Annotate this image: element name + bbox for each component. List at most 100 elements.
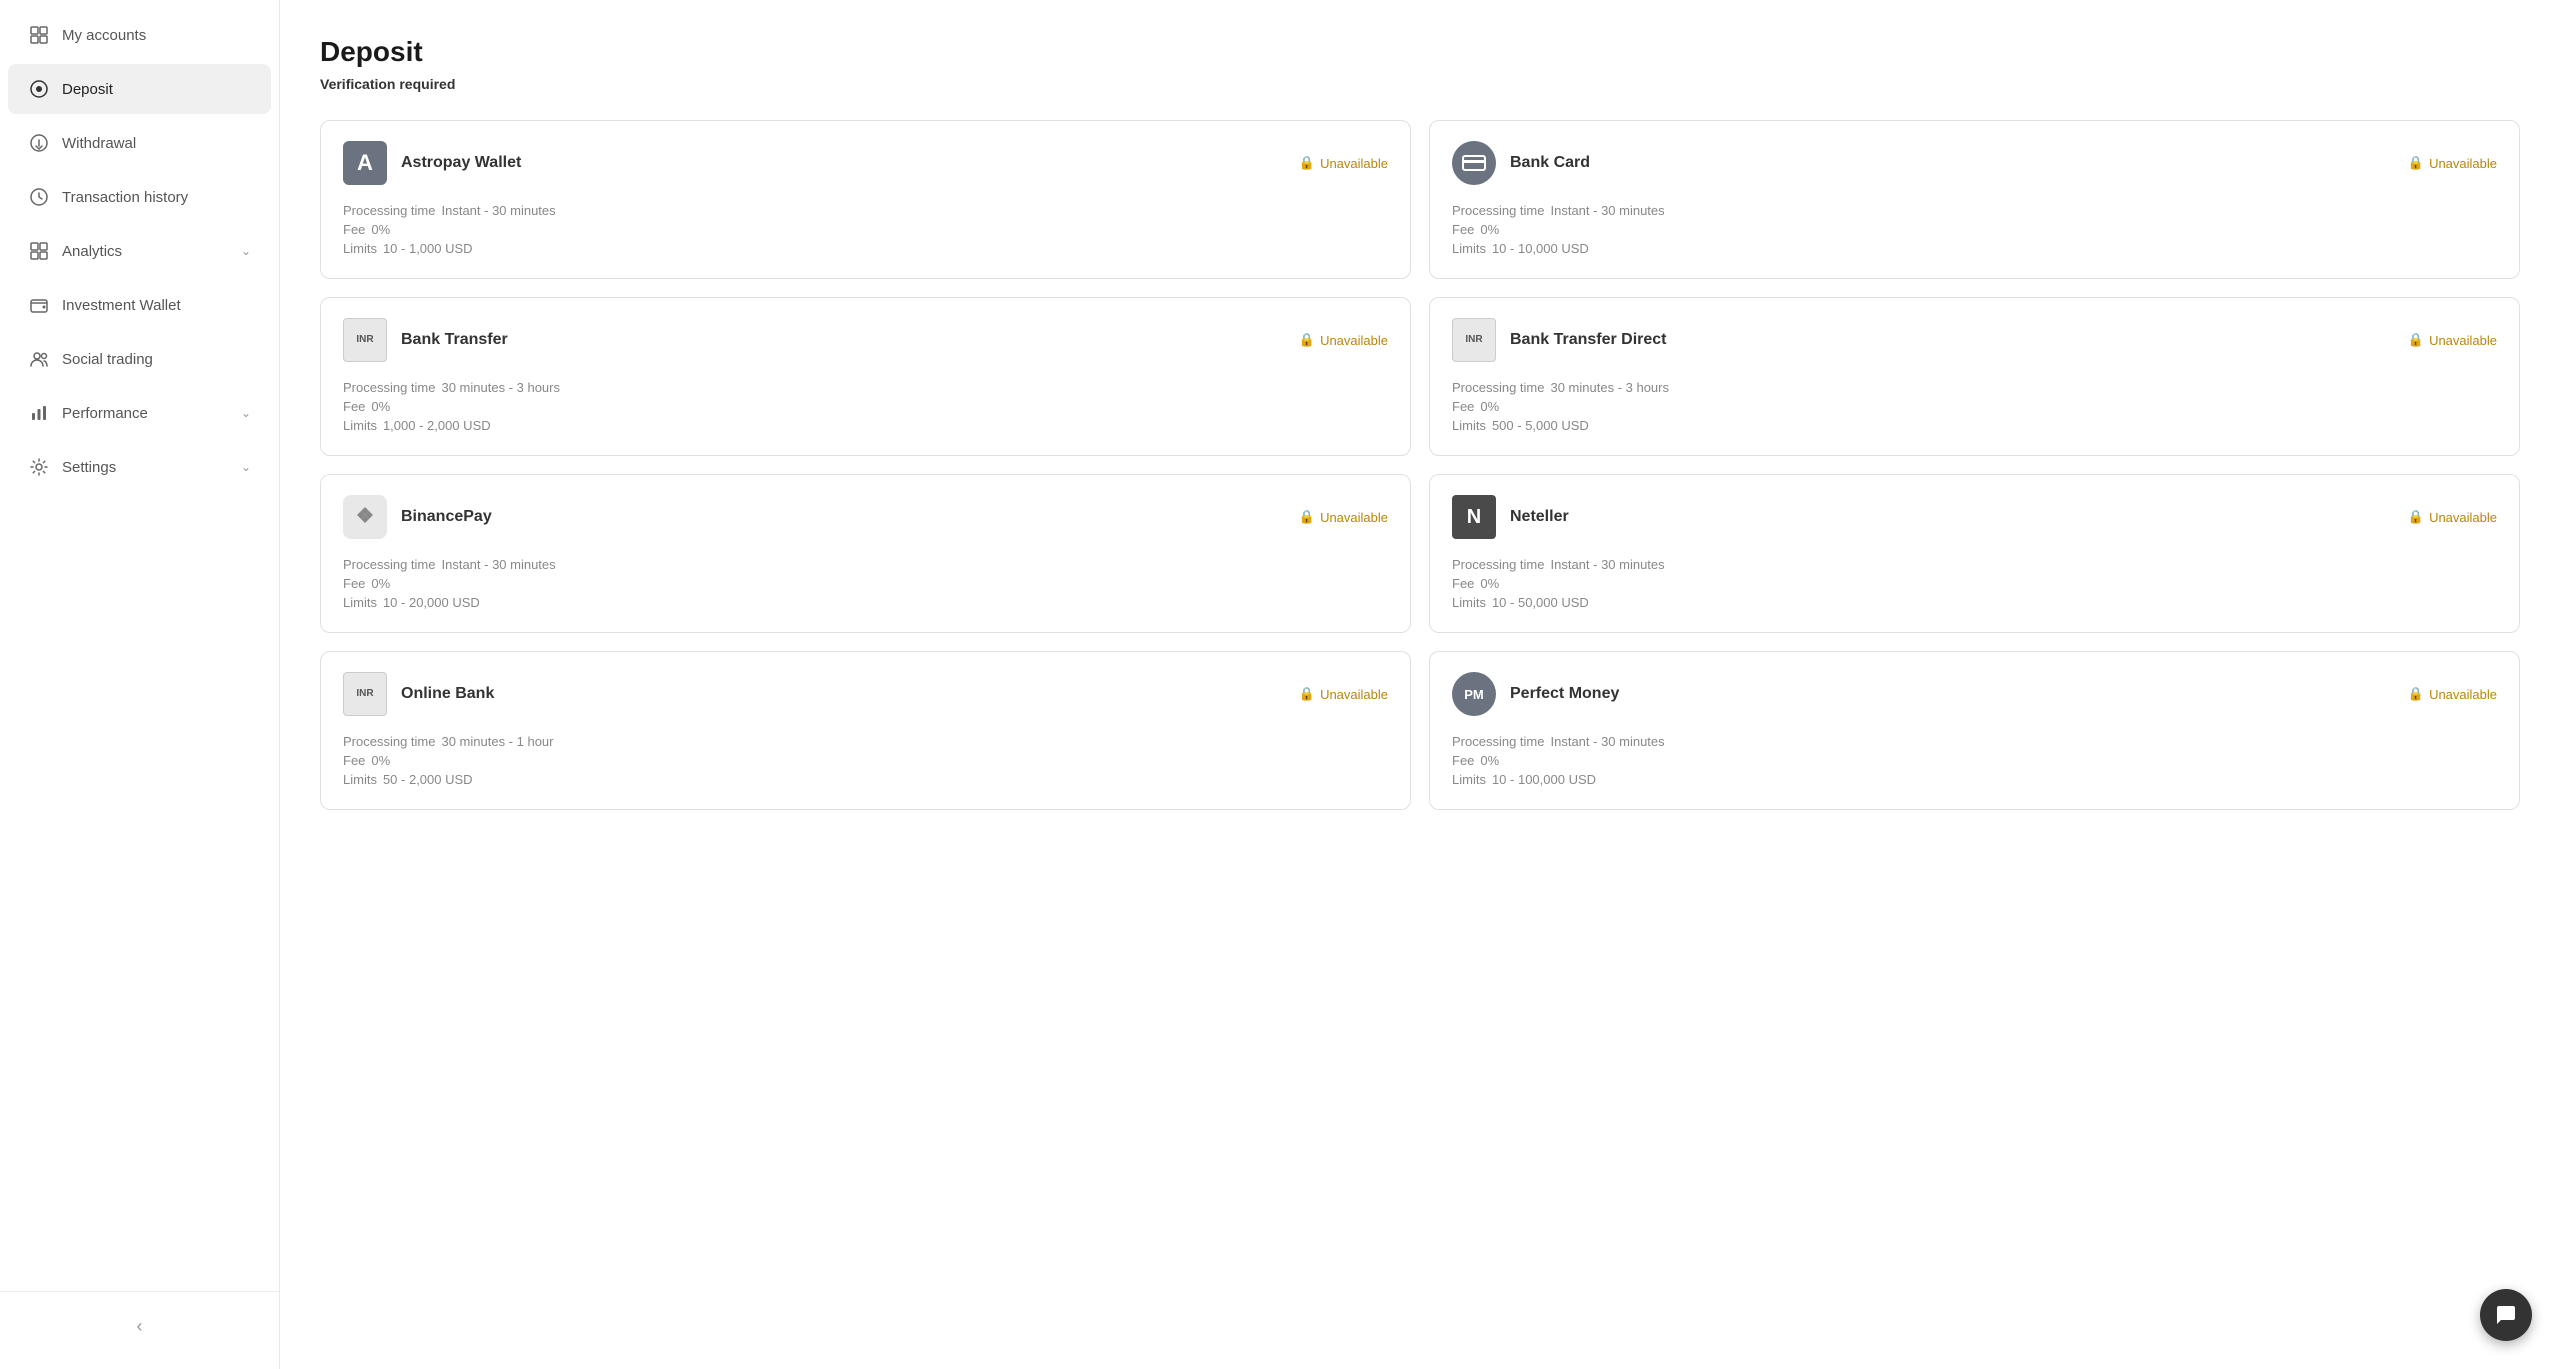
unavailable-badge: 🔒 Unavailable bbox=[2408, 686, 2497, 702]
card-logo: INR bbox=[1452, 318, 1496, 362]
processing-time-row: Processing time Instant - 30 minutes bbox=[343, 203, 1388, 218]
status-text: Unavailable bbox=[2429, 333, 2497, 348]
status-text: Unavailable bbox=[1320, 510, 1388, 525]
processing-time-value: Instant - 30 minutes bbox=[441, 203, 555, 218]
fee-row: Fee 0% bbox=[1452, 399, 2497, 414]
main-content: Deposit Verification required A Astropay… bbox=[280, 0, 2560, 1369]
processing-time-label: Processing time bbox=[1452, 734, 1544, 749]
sidebar-item-label: Performance bbox=[62, 405, 148, 422]
payment-card-perfect-money[interactable]: PM Perfect Money 🔒 Unavailable Processin… bbox=[1429, 651, 2520, 810]
fee-row: Fee 0% bbox=[1452, 753, 2497, 768]
chevron-down-icon: ⌄ bbox=[241, 244, 251, 258]
payment-card-bank-card[interactable]: Bank Card 🔒 Unavailable Processing time … bbox=[1429, 120, 2520, 279]
card-name: Online Bank bbox=[401, 685, 1299, 703]
sidebar-item-label: Deposit bbox=[62, 81, 113, 98]
status-text: Unavailable bbox=[2429, 510, 2497, 525]
limits-label: Limits bbox=[1452, 772, 1486, 787]
fee-row: Fee 0% bbox=[343, 399, 1388, 414]
chat-button[interactable] bbox=[2480, 1289, 2532, 1341]
sidebar-bottom: ‹ bbox=[0, 1291, 279, 1361]
card-name: Bank Transfer Direct bbox=[1510, 331, 2408, 349]
processing-time-row: Processing time 30 minutes - 3 hours bbox=[1452, 380, 2497, 395]
card-name: Bank Card bbox=[1510, 154, 2408, 172]
fee-value: 0% bbox=[1480, 753, 1499, 768]
sidebar-item-settings[interactable]: Settings ⌄ bbox=[8, 442, 271, 492]
card-logo: PM bbox=[1452, 672, 1496, 716]
processing-time-label: Processing time bbox=[1452, 380, 1544, 395]
sidebar-item-label: Transaction history bbox=[62, 189, 188, 206]
limits-value: 10 - 100,000 USD bbox=[1492, 772, 1596, 787]
processing-time-value: Instant - 30 minutes bbox=[1550, 203, 1664, 218]
limits-value: 50 - 2,000 USD bbox=[383, 772, 473, 787]
payment-card-binancepay[interactable]: BinancePay 🔒 Unavailable Processing time… bbox=[320, 474, 1411, 633]
fee-value: 0% bbox=[371, 399, 390, 414]
sidebar-item-deposit[interactable]: Deposit bbox=[8, 64, 271, 114]
verification-notice: Verification required bbox=[320, 76, 2520, 92]
payment-card-online-bank[interactable]: INR Online Bank 🔒 Unavailable Processing… bbox=[320, 651, 1411, 810]
page-title: Deposit bbox=[320, 36, 2520, 68]
sidebar: My accounts Deposit Withdrawal T bbox=[0, 0, 280, 1369]
limits-label: Limits bbox=[1452, 595, 1486, 610]
fee-row: Fee 0% bbox=[1452, 222, 2497, 237]
sidebar-item-label: Analytics bbox=[62, 243, 122, 260]
sidebar-item-performance[interactable]: Performance ⌄ bbox=[8, 388, 271, 438]
sidebar-item-my-accounts[interactable]: My accounts bbox=[8, 10, 271, 60]
sidebar-item-label: Withdrawal bbox=[62, 135, 136, 152]
limits-row: Limits 10 - 20,000 USD bbox=[343, 595, 1388, 610]
sidebar-item-analytics[interactable]: Analytics ⌄ bbox=[8, 226, 271, 276]
collapse-sidebar-button[interactable]: ‹ bbox=[20, 1308, 259, 1345]
payment-card-astropay[interactable]: A Astropay Wallet 🔒 Unavailable Processi… bbox=[320, 120, 1411, 279]
card-details: Processing time Instant - 30 minutes Fee… bbox=[1452, 734, 2497, 787]
sidebar-item-transaction-history[interactable]: Transaction history bbox=[8, 172, 271, 222]
processing-time-row: Processing time Instant - 30 minutes bbox=[343, 557, 1388, 572]
card-logo: N bbox=[1452, 495, 1496, 539]
sidebar-item-social-trading[interactable]: Social trading bbox=[8, 334, 271, 384]
lock-icon: 🔒 bbox=[2408, 332, 2424, 348]
payment-card-bank-transfer-direct[interactable]: INR Bank Transfer Direct 🔒 Unavailable P… bbox=[1429, 297, 2520, 456]
card-logo bbox=[1452, 141, 1496, 185]
processing-time-label: Processing time bbox=[343, 380, 435, 395]
limits-value: 10 - 20,000 USD bbox=[383, 595, 480, 610]
card-logo: INR bbox=[343, 318, 387, 362]
card-header: INR Bank Transfer Direct 🔒 Unavailable bbox=[1452, 318, 2497, 362]
fee-row: Fee 0% bbox=[343, 576, 1388, 591]
card-header: Bank Card 🔒 Unavailable bbox=[1452, 141, 2497, 185]
card-details: Processing time 30 minutes - 3 hours Fee… bbox=[343, 380, 1388, 433]
unavailable-badge: 🔒 Unavailable bbox=[1299, 686, 1388, 702]
card-name: Neteller bbox=[1510, 508, 2408, 526]
limits-label: Limits bbox=[1452, 418, 1486, 433]
card-details: Processing time Instant - 30 minutes Fee… bbox=[1452, 557, 2497, 610]
fee-value: 0% bbox=[1480, 399, 1499, 414]
limits-row: Limits 10 - 10,000 USD bbox=[1452, 241, 2497, 256]
limits-label: Limits bbox=[343, 595, 377, 610]
fee-label: Fee bbox=[1452, 576, 1474, 591]
bar-chart-icon bbox=[28, 402, 50, 424]
processing-time-row: Processing time 30 minutes - 1 hour bbox=[343, 734, 1388, 749]
payment-card-bank-transfer[interactable]: INR Bank Transfer 🔒 Unavailable Processi… bbox=[320, 297, 1411, 456]
processing-time-label: Processing time bbox=[1452, 557, 1544, 572]
limits-value: 1,000 - 2,000 USD bbox=[383, 418, 491, 433]
clock-icon bbox=[28, 186, 50, 208]
limits-value: 10 - 50,000 USD bbox=[1492, 595, 1589, 610]
fee-value: 0% bbox=[1480, 222, 1499, 237]
circle-arrow-icon bbox=[28, 132, 50, 154]
sidebar-item-investment-wallet[interactable]: Investment Wallet bbox=[8, 280, 271, 330]
fee-label: Fee bbox=[1452, 399, 1474, 414]
limits-row: Limits 50 - 2,000 USD bbox=[343, 772, 1388, 787]
unavailable-badge: 🔒 Unavailable bbox=[1299, 155, 1388, 171]
card-details: Processing time Instant - 30 minutes Fee… bbox=[343, 203, 1388, 256]
status-text: Unavailable bbox=[2429, 687, 2497, 702]
lock-icon: 🔒 bbox=[1299, 686, 1315, 702]
card-details: Processing time Instant - 30 minutes Fee… bbox=[343, 557, 1388, 610]
card-details: Processing time Instant - 30 minutes Fee… bbox=[1452, 203, 2497, 256]
card-header: PM Perfect Money 🔒 Unavailable bbox=[1452, 672, 2497, 716]
limits-row: Limits 1,000 - 2,000 USD bbox=[343, 418, 1388, 433]
sidebar-item-withdrawal[interactable]: Withdrawal bbox=[8, 118, 271, 168]
fee-value: 0% bbox=[371, 576, 390, 591]
fee-label: Fee bbox=[343, 399, 365, 414]
processing-time-value: Instant - 30 minutes bbox=[441, 557, 555, 572]
fee-row: Fee 0% bbox=[1452, 576, 2497, 591]
lock-icon: 🔒 bbox=[2408, 509, 2424, 525]
payment-card-neteller[interactable]: N Neteller 🔒 Unavailable Processing time… bbox=[1429, 474, 2520, 633]
analytics-icon bbox=[28, 240, 50, 262]
